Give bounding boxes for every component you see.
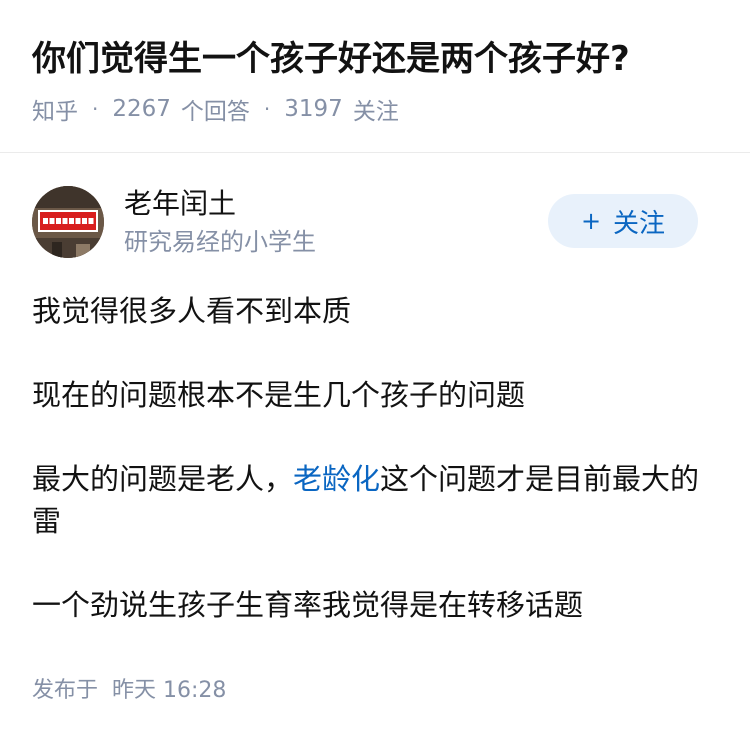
publish-time: 发布于 昨天 16:28 [32, 672, 226, 704]
answer-paragraph: 现在的问题根本不是生几个孩子的问题 [32, 378, 526, 412]
question-header: 你们觉得生一个孩子好还是两个孩子好? 知乎 · 2267 个回答 · 3197 … [32, 36, 726, 126]
meta-separator: · [263, 97, 271, 121]
question-title[interactable]: 你们觉得生一个孩子好还是两个孩子好? [32, 36, 726, 82]
follow-button-label: 关注 [613, 208, 666, 239]
answer-text: 最大的问题是老人， [32, 462, 294, 496]
avatar-image [32, 186, 104, 258]
answer-count-label[interactable]: 个回答 [181, 92, 250, 126]
header-divider [0, 152, 750, 153]
answer-paragraph: 最大的问题是老人，老龄化这个问题才是目前最大的雷 [32, 458, 710, 542]
answer-paragraph: 一个劲说生孩子生育率我觉得是在转移话题 [32, 588, 584, 622]
source-label[interactable]: 知乎 [32, 92, 78, 126]
question-meta: 知乎 · 2267 个回答 · 3197 关注 [32, 92, 726, 126]
publish-timestamp: 昨天 16:28 [112, 678, 227, 703]
avatar[interactable] [32, 186, 104, 258]
follower-count[interactable]: 3197 [284, 96, 343, 122]
meta-separator: · [92, 97, 99, 121]
author-headline: 研究易经的小学生 [124, 228, 316, 256]
answer-paragraph: 我觉得很多人看不到本质 [32, 294, 352, 328]
plus-icon: + [580, 207, 602, 235]
publish-label: 发布于 [32, 678, 99, 703]
answer-count[interactable]: 2267 [112, 96, 171, 122]
answer-content: 我觉得很多人看不到本质 现在的问题根本不是生几个孩子的问题 最大的问题是老人，老… [32, 290, 710, 668]
author-card: 老年闰土 研究易经的小学生 + 关注 [32, 186, 698, 260]
follow-button[interactable]: + 关注 [548, 194, 698, 248]
author-name[interactable]: 老年闰土 [124, 186, 236, 222]
follower-count-label[interactable]: 关注 [353, 92, 399, 126]
topic-link-aging[interactable]: 老龄化 [293, 462, 380, 496]
